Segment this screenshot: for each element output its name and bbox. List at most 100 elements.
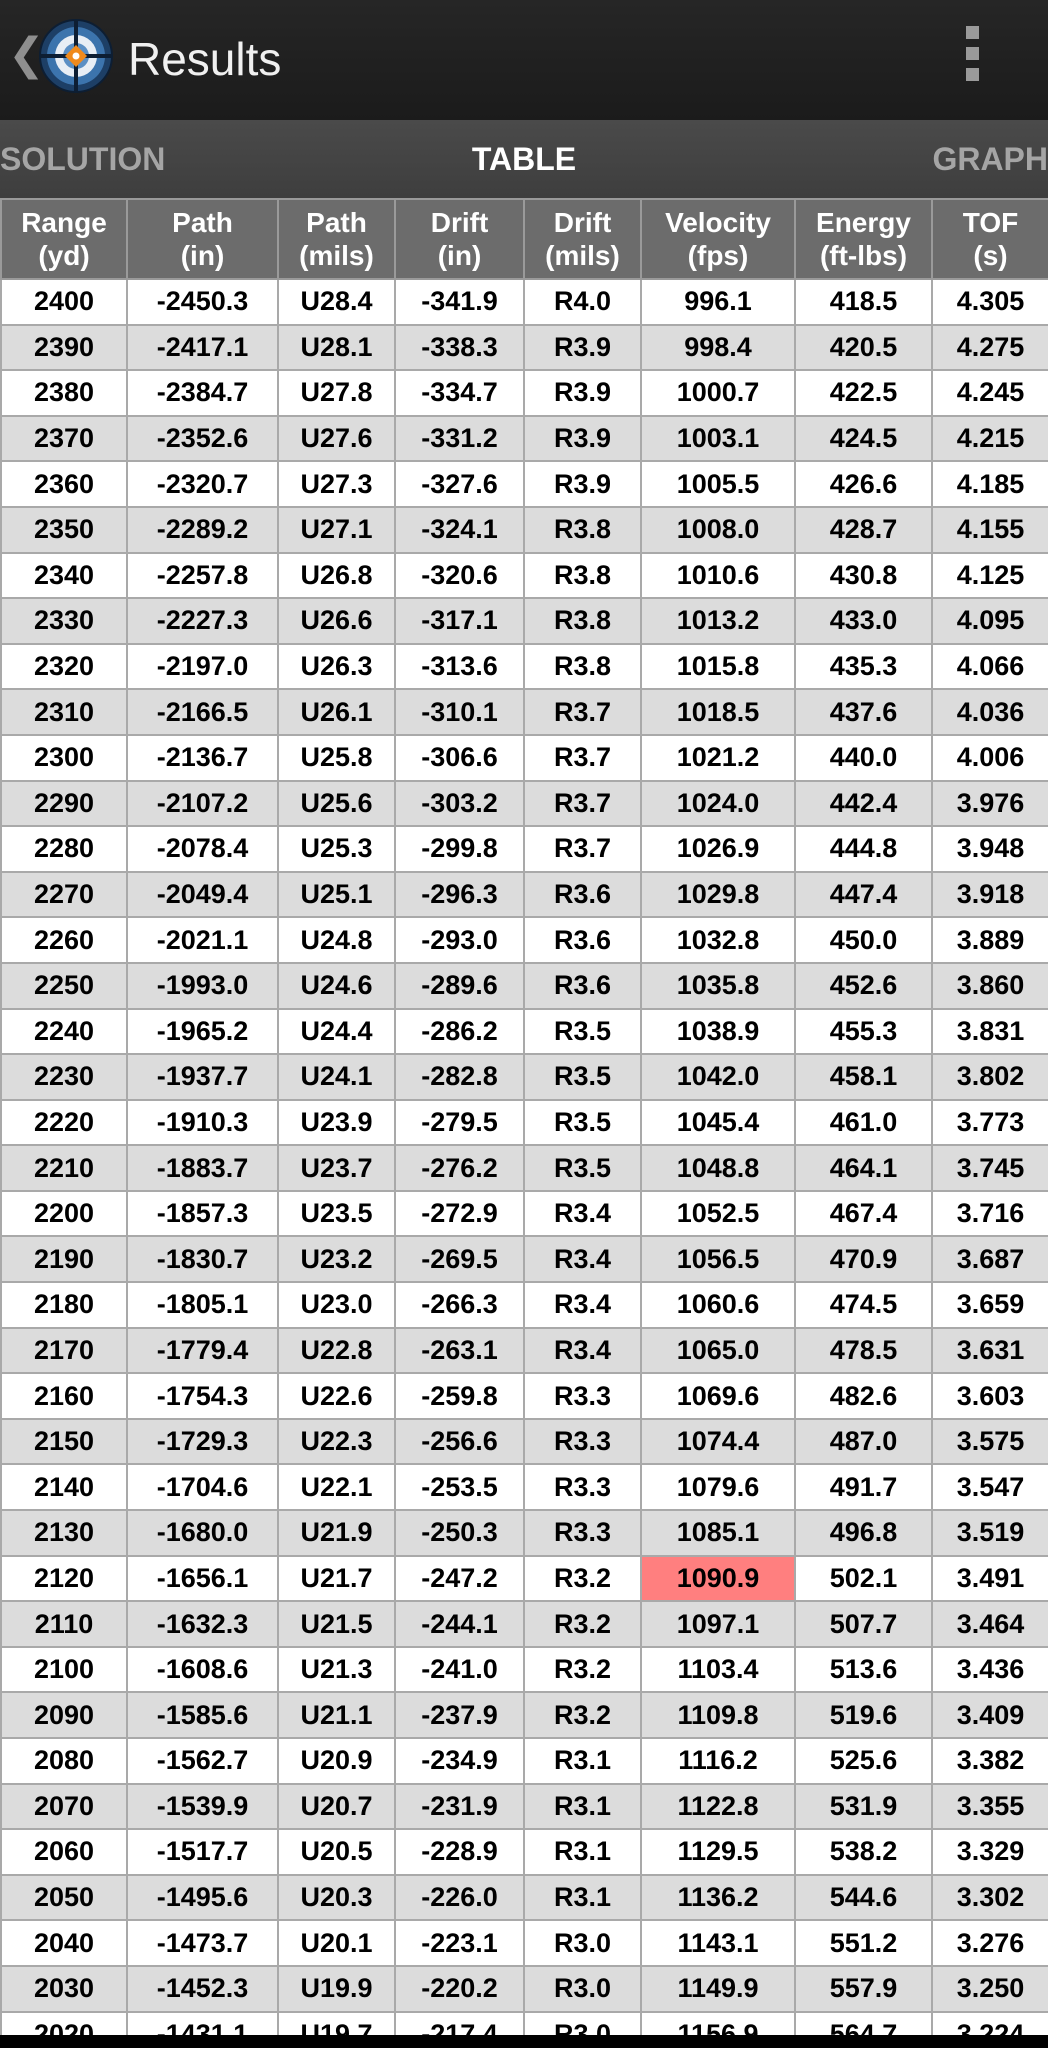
table-cell-energy: 467.4 — [794, 1189, 933, 1238]
target-scope-icon[interactable] — [38, 18, 114, 94]
table-cell-range: 2280 — [0, 825, 128, 873]
table-cell-energy: 507.7 — [794, 1600, 933, 1648]
table-cell-drift-in: -317.1 — [394, 597, 525, 645]
table-cell-path-mils: U21.7 — [277, 1554, 396, 1603]
table-row[interactable]: 2240 -1965.2 U24.4 -286.2 R3.5 1038.9 455.3 3.8… — [0, 1007, 1048, 1056]
table-row[interactable]: 2250 -1993.0 U24.6 -289.6 R3.6 1035.8 452.6 3.8… — [0, 961, 1048, 1010]
table-cell-path-mils: U25.6 — [277, 779, 396, 828]
table-cell-tof: 4.185 — [931, 460, 1048, 508]
table-cell-range: 2220 — [0, 1098, 128, 1147]
table-cell-tof: 3.276 — [931, 1919, 1048, 1967]
column-header-drift-mils: Drift (mils) — [523, 198, 642, 280]
table-row[interactable]: 2260 -2021.1 U24.8 -293.0 R3.6 1032.8 450.0 3.8… — [0, 916, 1048, 964]
table-cell-drift-mils: R3.7 — [523, 733, 642, 782]
table-row[interactable]: 2040 -1473.7 U20.1 -223.1 R3.0 1143.1 551.2 3.2… — [0, 1919, 1048, 1967]
tab-graph[interactable]: GRAPH — [932, 120, 1048, 198]
table-row[interactable]: 2100 -1608.6 U21.3 -241.0 R3.2 1103.4 513.6 3.4… — [0, 1645, 1048, 1694]
table-cell-energy: 455.3 — [794, 1007, 933, 1056]
table-cell-path-mils: U24.4 — [277, 1007, 396, 1056]
table-row[interactable]: 2300 -2136.7 U25.8 -306.6 R3.7 1021.2 440.0 4.0… — [0, 733, 1048, 782]
table-row[interactable]: 2020 -1431.1 U19.7 -217.4 R3.0 1156.9 564.7 3.2… — [0, 2010, 1048, 2035]
table-cell-tof: 3.631 — [931, 1326, 1048, 1375]
table-cell-velocity: 1003.1 — [640, 414, 796, 463]
table-row[interactable]: 2370 -2352.6 U27.6 -331.2 R3.9 1003.1 424.5 4.2… — [0, 414, 1048, 463]
table-cell-drift-mils: R3.4 — [523, 1281, 642, 1329]
table-cell-drift-in: -223.1 — [394, 1919, 525, 1967]
table-cell-path-in: -2352.6 — [126, 414, 279, 463]
table-row[interactable]: 2050 -1495.6 U20.3 -226.0 R3.1 1136.2 544.6 3.3… — [0, 1873, 1048, 1922]
table-cell-path-in: -1754.3 — [126, 1372, 279, 1420]
table-row[interactable]: 2380 -2384.7 U27.8 -334.7 R3.9 1000.7 422.5 4.2… — [0, 369, 1048, 417]
table-cell-drift-in: -217.4 — [394, 2010, 525, 2035]
table-cell-velocity: 1045.4 — [640, 1098, 796, 1147]
table-row[interactable]: 2310 -2166.5 U26.1 -310.1 R3.7 1018.5 437.6 4.0… — [0, 688, 1048, 736]
table-row[interactable]: 2220 -1910.3 U23.9 -279.5 R3.5 1045.4 461.0 3.7… — [0, 1098, 1048, 1147]
table-cell-drift-in: -286.2 — [394, 1007, 525, 1056]
table-row[interactable]: 2130 -1680.0 U21.9 -250.3 R3.3 1085.1 496.8 3.5… — [0, 1509, 1048, 1557]
table-cell-drift-mils: R3.9 — [523, 323, 642, 372]
table-cell-drift-in: -237.9 — [394, 1691, 525, 1739]
table-cell-range: 2390 — [0, 323, 128, 372]
table-row[interactable]: 2190 -1830.7 U23.2 -269.5 R3.4 1056.5 470.9 3.6… — [0, 1235, 1048, 1284]
table-cell-velocity: 1156.9 — [640, 2010, 796, 2035]
table-cell-path-in: -1495.6 — [126, 1873, 279, 1922]
table-cell-tof: 3.436 — [931, 1645, 1048, 1694]
table-cell-range: 2260 — [0, 916, 128, 964]
table-row[interactable]: 2030 -1452.3 U19.9 -220.2 R3.0 1149.9 557.9 3.2… — [0, 1964, 1048, 2013]
table-row[interactable]: 2330 -2227.3 U26.6 -317.1 R3.8 1013.2 433.0 4.0… — [0, 597, 1048, 645]
table-cell-path-in: -1473.7 — [126, 1919, 279, 1967]
table-cell-path-in: -1779.4 — [126, 1326, 279, 1375]
table-row[interactable]: 2170 -1779.4 U22.8 -263.1 R3.4 1065.0 478.5 3.6… — [0, 1326, 1048, 1375]
table-cell-path-in: -1729.3 — [126, 1417, 279, 1466]
table-cell-energy: 458.1 — [794, 1053, 933, 1101]
table-row[interactable]: 2090 -1585.6 U21.1 -237.9 R3.2 1109.8 519.6 3.4… — [0, 1691, 1048, 1739]
table-cell-path-mils: U24.6 — [277, 961, 396, 1010]
table-cell-drift-mils: R3.4 — [523, 1235, 642, 1284]
table-row[interactable]: 2390 -2417.1 U28.1 -338.3 R3.9 998.4 420.5 4.27… — [0, 323, 1048, 372]
table-row[interactable]: 2340 -2257.8 U26.8 -320.6 R3.8 1010.6 430.8 4.1… — [0, 551, 1048, 600]
table-row[interactable]: 2320 -2197.0 U26.3 -313.6 R3.8 1015.8 435.3 4.0… — [0, 642, 1048, 691]
table-cell-drift-mils: R3.1 — [523, 1828, 642, 1876]
table-cell-path-mils: U25.3 — [277, 825, 396, 873]
table-cell-energy: 464.1 — [794, 1144, 933, 1192]
table-row[interactable]: 2160 -1754.3 U22.6 -259.8 R3.3 1069.6 482.6 3.6… — [0, 1372, 1048, 1420]
table-cell-path-mils: U23.7 — [277, 1144, 396, 1192]
table-cell-drift-in: -310.1 — [394, 688, 525, 736]
table-cell-tof: 4.155 — [931, 505, 1048, 554]
table-cell-path-mils: U20.1 — [277, 1919, 396, 1967]
table-row[interactable]: 2060 -1517.7 U20.5 -228.9 R3.1 1129.5 538.2 3.3… — [0, 1828, 1048, 1876]
table-cell-range: 2170 — [0, 1326, 128, 1375]
table-cell-tof: 3.889 — [931, 916, 1048, 964]
table-row[interactable]: 2290 -2107.2 U25.6 -303.2 R3.7 1024.0 442.4 3.9… — [0, 779, 1048, 828]
table-row[interactable]: 2140 -1704.6 U22.1 -253.5 R3.3 1079.6 491.7 3.5… — [0, 1463, 1048, 1512]
table-row[interactable]: 2350 -2289.2 U27.1 -324.1 R3.8 1008.0 428.7 4.1… — [0, 505, 1048, 554]
tab-solution[interactable]: SOLUTION — [0, 120, 165, 198]
table-row[interactable]: 2200 -1857.3 U23.5 -272.9 R3.4 1052.5 467.4 3.7… — [0, 1189, 1048, 1238]
table-cell-drift-in: -338.3 — [394, 323, 525, 372]
table-row[interactable]: 2400 -2450.3 U28.4 -341.9 R4.0 996.1 418.5 4.30… — [0, 278, 1048, 326]
table-row[interactable]: 2180 -1805.1 U23.0 -266.3 R3.4 1060.6 474.5 3.6… — [0, 1281, 1048, 1329]
table-cell-range: 2130 — [0, 1509, 128, 1557]
table-row[interactable]: 2150 -1729.3 U22.3 -256.6 R3.3 1074.4 487.0 3.5… — [0, 1417, 1048, 1466]
results-table-scroll[interactable]: Range (yd) Path (in) Path (mils) Drift (in) Drif… — [0, 198, 1048, 2035]
table-cell-range: 2160 — [0, 1372, 128, 1420]
table-row[interactable]: 2360 -2320.7 U27.3 -327.6 R3.9 1005.5 426.6 4.1… — [0, 460, 1048, 508]
table-row[interactable]: 2080 -1562.7 U20.9 -234.9 R3.1 1116.2 525.6 3.3… — [0, 1737, 1048, 1785]
table-cell-path-mils: U27.8 — [277, 369, 396, 417]
table-row[interactable]: 2280 -2078.4 U25.3 -299.8 R3.7 1026.9 444.8 3.9… — [0, 825, 1048, 873]
table-cell-tof: 3.659 — [931, 1281, 1048, 1329]
overflow-menu-icon[interactable] — [950, 26, 994, 90]
table-row[interactable]: 2230 -1937.7 U24.1 -282.8 R3.5 1042.0 458.1 3.8… — [0, 1053, 1048, 1101]
table-cell-path-mils: U20.3 — [277, 1873, 396, 1922]
table-cell-path-in: -1993.0 — [126, 961, 279, 1010]
table-cell-path-in: -1937.7 — [126, 1053, 279, 1101]
table-row[interactable]: 2270 -2049.4 U25.1 -296.3 R3.6 1029.8 447.4 3.9… — [0, 870, 1048, 919]
table-cell-range: 2120 — [0, 1554, 128, 1603]
table-cell-tof: 4.275 — [931, 323, 1048, 372]
table-cell-energy: 474.5 — [794, 1281, 933, 1329]
table-row[interactable]: 2210 -1883.7 U23.7 -276.2 R3.5 1048.8 464.1 3.7… — [0, 1144, 1048, 1192]
table-row[interactable]: 2070 -1539.9 U20.7 -231.9 R3.1 1122.8 531.9 3.3… — [0, 1782, 1048, 1831]
table-row[interactable]: 2110 -1632.3 U21.5 -244.1 R3.2 1097.1 507.7 3.4… — [0, 1600, 1048, 1648]
column-header-label: Range — [21, 207, 107, 238]
table-row[interactable]: 2120 -1656.1 U21.7 -247.2 R3.2 1090.9 502.1 3.4… — [0, 1554, 1048, 1603]
